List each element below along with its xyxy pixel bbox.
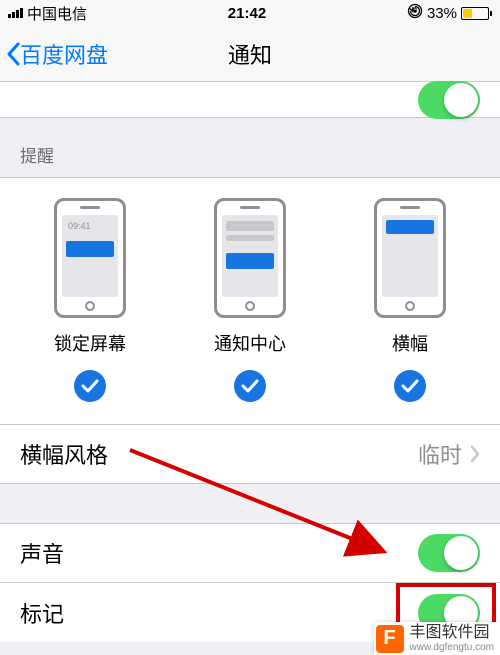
sound-row[interactable]: 声音: [0, 523, 500, 583]
banner-mockup: [374, 198, 446, 318]
checkmark-icon: [234, 370, 266, 402]
banner-style-value: 临时: [418, 438, 480, 470]
section-header-alerts: 提醒: [0, 118, 500, 177]
style-lock-check[interactable]: [74, 370, 106, 402]
allow-notifications-toggle[interactable]: [418, 81, 480, 119]
mock-clock: 09:41: [68, 221, 91, 231]
back-button[interactable]: 百度网盘: [0, 38, 108, 70]
battery-pct-label: 33%: [427, 5, 457, 22]
status-right: 33%: [407, 3, 492, 23]
allow-notifications-row[interactable]: [0, 82, 500, 118]
style-nc-check[interactable]: [234, 370, 266, 402]
style-banner-check[interactable]: [394, 370, 426, 402]
watermark-brand: 丰图软件园: [410, 624, 495, 642]
sound-toggle[interactable]: [418, 534, 480, 572]
nav-bar: 百度网盘 通知: [0, 26, 500, 82]
banner-style-label: 横幅风格: [20, 438, 108, 470]
style-banner[interactable]: 横幅: [340, 198, 480, 402]
style-notification-center[interactable]: 通知中心: [180, 198, 320, 402]
watermark-logo: F: [376, 625, 404, 653]
checkmark-icon: [74, 370, 106, 402]
sound-label: 声音: [20, 537, 64, 569]
watermark: F 丰图软件园 www.dgfengtu.com: [374, 622, 500, 655]
carrier-label: 中国电信: [27, 3, 87, 24]
status-left: 中国电信: [8, 3, 87, 24]
alert-styles-group: 09:41 锁定屏幕 通知中心: [0, 177, 500, 425]
checkmark-icon: [394, 370, 426, 402]
clock-label: 21:42: [228, 5, 266, 22]
style-banner-label: 横幅: [392, 330, 428, 356]
banner-style-row[interactable]: 横幅风格 临时: [0, 424, 500, 484]
nc-mockup: [214, 198, 286, 318]
battery-icon: [461, 7, 492, 20]
orientation-lock-icon: [407, 3, 423, 23]
back-label: 百度网盘: [20, 38, 108, 70]
style-lock-screen[interactable]: 09:41 锁定屏幕: [20, 198, 160, 402]
chevron-left-icon: [6, 42, 20, 66]
style-nc-label: 通知中心: [214, 330, 286, 356]
chevron-right-icon: [470, 445, 480, 463]
watermark-url: www.dgfengtu.com: [410, 642, 495, 653]
status-bar: 中国电信 21:42 33%: [0, 0, 500, 26]
badge-label: 标记: [20, 597, 64, 629]
style-lock-label: 锁定屏幕: [54, 330, 126, 356]
signal-icon: [8, 8, 23, 18]
lock-screen-mockup: 09:41: [54, 198, 126, 318]
